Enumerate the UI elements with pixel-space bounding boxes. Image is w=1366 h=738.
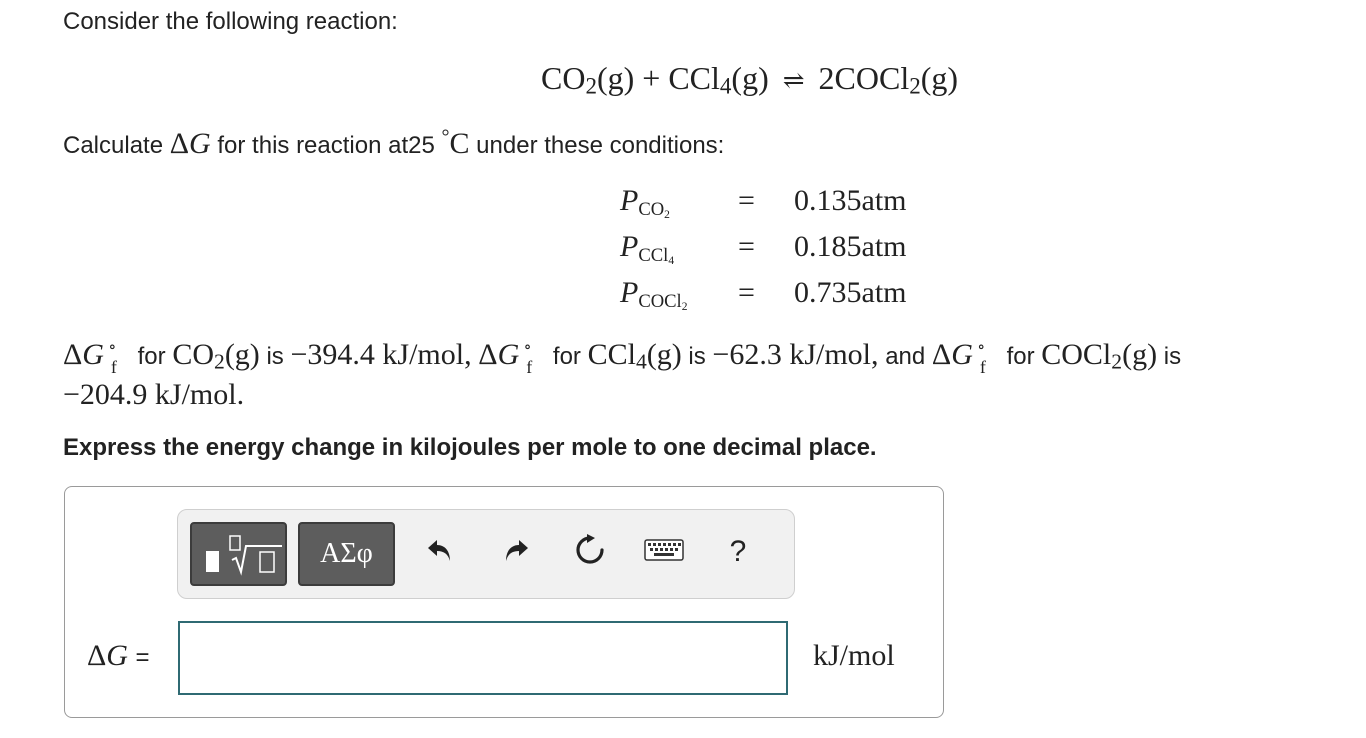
pressure-row-cocl2: PCOCl2 = 0.735atm <box>620 276 940 316</box>
delta-gf-symbol: ΔG ∘ f <box>931 337 986 378</box>
reactant-ccl4-state: (g) <box>731 60 769 96</box>
help-button[interactable]: ? <box>718 532 758 572</box>
reset-icon <box>573 533 607 572</box>
answer-panel: ΑΣφ ? ΔG = kJ/mol <box>64 486 944 718</box>
question-intro: Consider the following reaction: <box>63 8 398 35</box>
reactant-co2: CO2 <box>541 60 597 99</box>
product-cocl2: 2COCl2 <box>818 60 921 99</box>
unit-label: kJ/mol <box>813 639 895 672</box>
equals-sign: = <box>738 184 755 217</box>
species-co2: CO2(g) <box>172 338 260 374</box>
delta-gf-symbol: ΔG ∘ f <box>478 337 533 378</box>
reactant-ccl4: CCl4 <box>668 60 732 99</box>
redo-icon <box>500 534 532 571</box>
reset-button[interactable] <box>570 532 610 572</box>
equals-sign: = <box>738 230 755 263</box>
undo-icon <box>424 534 456 571</box>
pressure-symbol: PCOCl2 <box>620 276 688 314</box>
plus-sign: + <box>642 60 661 96</box>
pressure-row-co2: PCO2 = 0.135atm <box>620 184 940 224</box>
pressure-value: 0.135atm <box>794 184 907 217</box>
answer-input[interactable] <box>178 621 788 695</box>
template-sqrt-icon <box>192 524 285 584</box>
math-toolbar: ΑΣφ ? <box>177 509 795 599</box>
equals-sign: = <box>738 276 755 309</box>
gibbs-formation-data: ΔG ∘ f for CO2(g) is −394.4 kJ/mol, ΔG ∘ f f… <box>63 337 1182 378</box>
product-cocl2-state: (g) <box>920 60 959 96</box>
symbols-button[interactable]: ΑΣφ <box>298 522 395 586</box>
undo-button[interactable] <box>420 532 460 572</box>
pressure-row-ccl4: PCCl4 = 0.185atm <box>620 230 940 270</box>
reaction-equation: CO2(g) + CCl4(g) ⇌ 2COCl2(g) <box>541 60 958 97</box>
pressure-value: 0.185atm <box>794 230 907 263</box>
reactant-co2-state: (g) <box>596 60 635 96</box>
value-cocl2: −204.9 kJ/mol. <box>63 378 245 411</box>
delta-g-label: ΔG = <box>87 639 150 672</box>
pressure-symbol: PCCl4 <box>620 230 675 268</box>
value-ccl4: −62.3 kJ/mol <box>712 338 872 371</box>
keyboard-button[interactable] <box>639 532 689 572</box>
template-button[interactable] <box>190 522 287 586</box>
delta-gf-symbol: ΔG ∘ f <box>63 337 117 378</box>
keyboard-icon <box>644 538 684 567</box>
species-ccl4: CCl4(g) <box>587 338 682 374</box>
redo-button[interactable] <box>496 532 536 572</box>
value-co2: −394.4 kJ/mol <box>290 338 465 371</box>
calculate-prompt: Calculate ΔG for this reaction at25 °C u… <box>63 126 725 160</box>
pressure-value: 0.735atm <box>794 276 907 309</box>
answer-instruction: Express the energy change in kilojoules … <box>63 434 877 461</box>
equilibrium-arrow: ⇌ <box>782 66 805 95</box>
pressure-symbol: PCO2 <box>620 184 670 222</box>
species-cocl2: COCl2(g) <box>1041 338 1158 374</box>
